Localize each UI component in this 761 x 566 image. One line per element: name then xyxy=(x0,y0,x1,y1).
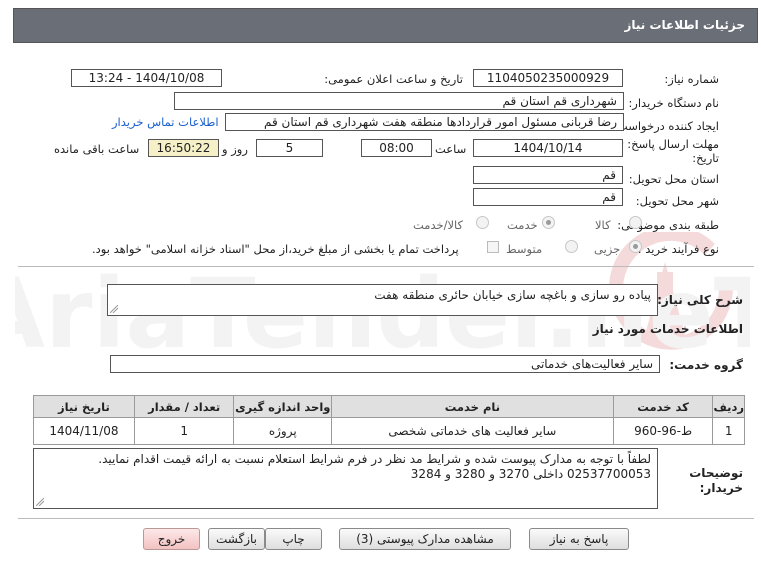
col-row-number: ردیف xyxy=(712,395,745,418)
days-field: 5 xyxy=(256,139,323,157)
resize-grip-icon[interactable] xyxy=(36,498,44,506)
col-service-name: نام خدمت xyxy=(331,395,614,418)
need-number-label: شماره نیاز: xyxy=(664,72,719,86)
deadline-label: مهلت ارسال پاسخ: تا xyxy=(616,137,719,151)
announce-field: 1404/10/08 - 13:24 xyxy=(71,69,222,87)
cell-unit: پروژه xyxy=(233,417,333,445)
col-quantity: تعداد / مقدار xyxy=(133,395,235,418)
process-radio-medium[interactable] xyxy=(565,240,578,253)
notes-field: لطفاً با توجه به مدارک پیوست شده و شرایط… xyxy=(33,448,658,509)
cell-need-date: 1404/11/08 xyxy=(33,417,135,445)
col-need-date: تاریخ نیاز xyxy=(33,395,135,418)
category-option-service: خدمت xyxy=(507,218,538,232)
days-label: روز و xyxy=(222,142,248,156)
notes-label: توضیحات xyxy=(689,466,743,480)
col-service-code: کد خدمت xyxy=(612,395,714,418)
col-unit: واحد اندازه گیری xyxy=(233,395,333,418)
creator-field: رضا قربانی مسئول امور قراردادها منطقه هف… xyxy=(225,113,624,131)
deadline-time-label: ساعت xyxy=(435,142,467,156)
remaining-time-field: 16:50:22 xyxy=(148,139,219,157)
city-label: شهر محل تحویل: xyxy=(635,194,719,208)
table-header-row: ردیف کد خدمت نام خدمت واحد اندازه گیری ت… xyxy=(33,395,745,418)
deadline-time-field: 08:00 xyxy=(361,139,432,157)
category-option-goods-service: کالا/خدمت xyxy=(413,218,464,232)
cell-row-number: 1 xyxy=(712,417,745,445)
summary-label: شرح کلی نیاز: xyxy=(657,293,743,307)
cell-service-name: سایر فعالیت های خدماتی شخصی xyxy=(331,417,614,445)
deadline-label-date: تاریخ: xyxy=(692,151,719,165)
panel-title: جزئیات اطلاعات نیاز xyxy=(13,8,758,43)
announce-label: تاریخ و ساعت اعلان عمومی: xyxy=(324,72,463,86)
creator-label: ایجاد کننده درخواست: xyxy=(613,119,719,133)
print-button[interactable]: چاپ xyxy=(265,528,322,550)
services-table: ردیف کد خدمت نام خدمت واحد اندازه گیری ت… xyxy=(33,395,745,445)
service-group-label: گروه خدمت: xyxy=(669,358,743,372)
category-radio-service[interactable] xyxy=(542,216,555,229)
exit-button[interactable]: خروج xyxy=(143,528,200,550)
deadline-date-field: 1404/10/14 xyxy=(473,139,623,157)
buyer-field: شهرداری قم استان قم xyxy=(174,92,624,110)
category-radio-goods[interactable] xyxy=(629,216,642,229)
resize-grip-icon[interactable] xyxy=(110,305,118,313)
reply-button[interactable]: پاسخ به نیاز xyxy=(529,528,629,550)
treasury-checkbox[interactable] xyxy=(487,241,499,253)
table-row: 1 ط-96-960 سایر فعالیت های خدماتی شخصی پ… xyxy=(33,417,745,445)
notes-text: لطفاً با توجه به مدارک پیوست شده و شرایط… xyxy=(98,452,651,481)
category-radio-goods-service[interactable] xyxy=(476,216,489,229)
notes-label-buyer: خریدار: xyxy=(699,481,743,495)
service-group-field: سایر فعالیت‌های خدماتی xyxy=(110,355,660,373)
back-button[interactable]: بازگشت xyxy=(208,528,265,550)
remaining-label: ساعت باقی مانده xyxy=(54,142,140,156)
province-field: قم xyxy=(473,166,623,184)
cell-service-code: ط-96-960 xyxy=(612,417,714,445)
services-title: اطلاعات خدمات مورد نیاز xyxy=(592,322,743,336)
payment-note: پرداخت تمام یا بخشی از مبلغ خرید،از محل … xyxy=(92,242,459,256)
cell-quantity: 1 xyxy=(133,417,235,445)
contact-info-link[interactable]: اطلاعات تماس خریدار xyxy=(112,115,219,129)
view-attachments-button[interactable]: مشاهده مدارک پیوستی (3) xyxy=(339,528,511,550)
buyer-label: نام دستگاه خریدار: xyxy=(628,96,719,110)
need-number-field: 1104050235000929 xyxy=(473,69,623,87)
summary-field: پیاده رو سازی و باغچه سازی خیابان حائری … xyxy=(107,284,658,316)
category-option-goods: کالا xyxy=(595,218,611,232)
process-option-minor: جزیی xyxy=(594,242,621,256)
process-option-medium: متوسط xyxy=(506,242,543,256)
summary-text: پیاده رو سازی و باغچه سازی خیابان حائری … xyxy=(374,288,651,302)
process-label: نوع فرآیند خرید : xyxy=(637,242,719,256)
process-radio-minor[interactable] xyxy=(629,240,642,253)
city-field: قم xyxy=(473,188,623,206)
province-label: استان محل تحویل: xyxy=(628,172,719,186)
